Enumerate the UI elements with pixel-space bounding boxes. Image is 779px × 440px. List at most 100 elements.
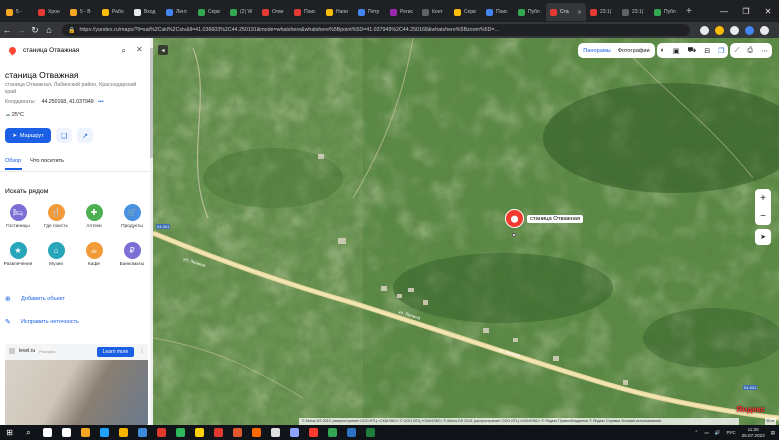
nearby-category[interactable]: 🛏 Гостиницы xyxy=(3,204,33,229)
reload-icon[interactable]: ↻ xyxy=(28,25,42,36)
locate-me-button[interactable]: ➤ xyxy=(755,229,771,245)
search-box[interactable]: ⌕ xyxy=(5,42,130,59)
menu-dots-icon[interactable] xyxy=(760,25,769,35)
share-button[interactable]: ↗ xyxy=(77,128,93,143)
network-icon[interactable]: ▭ xyxy=(704,430,708,436)
ruler-icon[interactable]: ⟋ xyxy=(734,47,739,55)
browser-tab[interactable]: (2) W xyxy=(226,3,258,21)
search-icon[interactable]: ⌕ xyxy=(122,46,126,56)
taskbar-app-icon[interactable] xyxy=(209,425,228,440)
more-dots-icon[interactable]: ••• xyxy=(98,99,103,105)
layers-stack-icon[interactable]: ❐ xyxy=(718,47,724,55)
taskbar-app-icon[interactable] xyxy=(38,425,57,440)
taskbar-app-icon[interactable] xyxy=(76,425,95,440)
coords-value[interactable]: 44.250168, 41.037949 xyxy=(42,99,94,105)
zoom-in-icon[interactable]: + xyxy=(760,193,766,204)
nearby-category[interactable]: ☕ Кафе xyxy=(79,242,109,267)
search-input[interactable] xyxy=(23,47,103,54)
volume-icon[interactable]: 🔊 xyxy=(715,430,721,436)
traffic-icon[interactable]: ⛟ xyxy=(688,46,697,55)
start-button[interactable]: ⊞ xyxy=(0,425,19,440)
browser-tab[interactable]: Рабо xyxy=(98,3,130,21)
close-icon[interactable]: ✕ xyxy=(136,45,143,54)
maximize-icon[interactable]: ❐ xyxy=(735,7,757,16)
browser-tab[interactable]: Поис xyxy=(482,3,514,21)
new-tab-icon[interactable]: + xyxy=(686,6,692,17)
fix-inaccuracy-link[interactable]: ✎ Исправить неточность xyxy=(5,318,79,326)
notifications-icon[interactable]: ▤ xyxy=(771,430,775,436)
taskbar-app-icon[interactable] xyxy=(57,425,76,440)
browser-tab[interactable]: Публ xyxy=(514,3,546,21)
browser-tab[interactable]: 5 - В xyxy=(66,3,98,21)
address-bar[interactable]: 🔒 https://yandex.ru/maps/?ll=sat%2Cskl%2… xyxy=(62,24,690,36)
browser-tab[interactable]: Отве xyxy=(258,3,290,21)
browser-tab[interactable]: Серв xyxy=(194,3,226,21)
map-attribution[interactable]: © Airbus DS 2019, распространяет ООО ИТЦ… xyxy=(299,418,739,425)
share-icon[interactable] xyxy=(700,25,709,35)
browser-tab[interactable]: Ста ✕ xyxy=(546,3,586,21)
clock[interactable]: 11:25 25.07.2023 xyxy=(742,427,765,438)
satellite-map[interactable]: ул. Ленина ул. Ленина ул. Ленина 04-001 … xyxy=(153,38,779,425)
language-indicator[interactable]: РУС xyxy=(726,430,735,435)
ad-banner[interactable]: level.ru Реклама Learn more ⋮ xyxy=(5,344,148,425)
nearby-category[interactable]: 🍴 Где поесть xyxy=(41,204,71,229)
forward-icon[interactable]: → xyxy=(14,25,28,35)
browser-tab[interactable]: Лент xyxy=(162,3,194,21)
nearby-category[interactable]: ✚ Аптеки xyxy=(79,204,109,229)
tab-what-to-visit[interactable]: Что посетить xyxy=(30,158,64,164)
print-icon[interactable]: ⎙ xyxy=(747,47,753,55)
back-icon[interactable]: ← xyxy=(0,25,14,35)
nearby-category[interactable]: ★ Развлечения xyxy=(3,242,33,267)
marker-label[interactable]: станица Отважная xyxy=(527,215,584,223)
bookmark-star-icon[interactable] xyxy=(715,25,724,35)
browser-tab[interactable]: 23:1( xyxy=(586,3,618,21)
taskbar-app-icon[interactable] xyxy=(171,425,190,440)
taskbar-app-icon[interactable] xyxy=(133,425,152,440)
extension-icon[interactable] xyxy=(730,25,739,35)
nearby-category[interactable]: 🛒 Продукты xyxy=(117,204,147,229)
tab-overview[interactable]: Обзор xyxy=(5,158,21,164)
route-button[interactable]: ➤ Маршрут xyxy=(5,128,51,143)
browser-tab[interactable]: Конт xyxy=(418,3,450,21)
taskbar-app-icon[interactable] xyxy=(323,425,342,440)
transport-icon[interactable]: ⊟ xyxy=(704,47,710,55)
tray-chevron-icon[interactable]: ⌃ xyxy=(695,430,699,436)
tab-panoramas[interactable]: Панорамы xyxy=(583,48,610,54)
taskbar-app-icon[interactable] xyxy=(152,425,171,440)
taskbar-app-icon[interactable] xyxy=(285,425,304,440)
browser-tab[interactable]: Напи xyxy=(322,3,354,21)
ad-image[interactable] xyxy=(5,360,148,425)
more-icon[interactable]: ⋯ xyxy=(761,47,768,55)
close-window-icon[interactable]: ✕ xyxy=(757,7,779,16)
minimize-icon[interactable]: — xyxy=(713,7,735,16)
taskbar-app-icon[interactable] xyxy=(190,425,209,440)
browser-tab[interactable]: Петр xyxy=(354,3,386,21)
taskbar-app-icon[interactable] xyxy=(304,425,323,440)
learn-more-button[interactable]: Learn more xyxy=(97,347,134,357)
map-layers-icon[interactable]: ◐ xyxy=(661,47,665,54)
profile-avatar[interactable] xyxy=(745,25,754,35)
collapse-sidebar-icon[interactable]: ◂ xyxy=(158,45,168,55)
browser-tab[interactable]: Серв xyxy=(450,3,482,21)
taskbar-app-icon[interactable] xyxy=(342,425,361,440)
nearby-category[interactable]: ₽ Банкоматы xyxy=(117,242,147,267)
taskbar-app-icon[interactable] xyxy=(361,425,380,440)
browser-tab[interactable]: 5 - xyxy=(2,3,34,21)
browser-tab[interactable]: Регис xyxy=(386,3,418,21)
tab-photos[interactable]: Фотографии xyxy=(618,48,650,54)
place-marker[interactable]: ⬤ xyxy=(505,209,524,228)
close-tab-icon[interactable]: ✕ xyxy=(577,9,582,16)
browser-tab[interactable]: 23:1( xyxy=(618,3,650,21)
zoom-out-icon[interactable]: − xyxy=(760,211,766,222)
taskbar-search[interactable]: ⌕ xyxy=(19,425,38,440)
taskbar-app-icon[interactable] xyxy=(95,425,114,440)
browser-tab[interactable]: Поис xyxy=(290,3,322,21)
taskbar-app-icon[interactable] xyxy=(266,425,285,440)
home-icon[interactable]: ⌂ xyxy=(42,25,56,35)
panorama-icon[interactable]: ▣ xyxy=(673,47,680,55)
taskbar-app-icon[interactable] xyxy=(247,425,266,440)
nearby-category[interactable]: ⌂ Музеи xyxy=(41,242,71,267)
browser-tab[interactable]: Хрон xyxy=(34,3,66,21)
add-object-link[interactable]: ⊕ Добавить объект xyxy=(5,295,65,303)
bookmark-button[interactable]: ❏ xyxy=(56,128,72,143)
